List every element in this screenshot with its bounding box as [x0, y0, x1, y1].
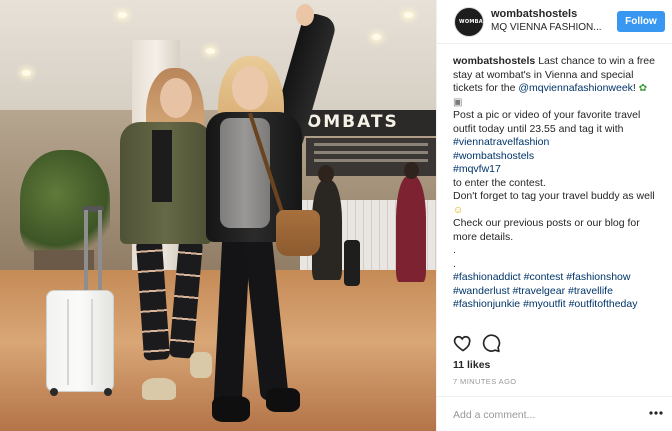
- hashtag-link[interactable]: #wanderlust: [453, 285, 510, 297]
- post-header: WOMBATS wombatshostels MQ VIENNA FASHION…: [437, 0, 672, 44]
- woman-right-shirt: [220, 118, 270, 228]
- suitcase-wheel: [104, 388, 112, 396]
- hashtag-link[interactable]: #travellife: [568, 285, 613, 297]
- caption-line: #wombatshostels: [453, 150, 665, 164]
- caption-line: tickets for the @mqviennafashionweek! ✿: [453, 82, 665, 96]
- suitcase-wheel: [50, 388, 58, 396]
- woman-left-shoe: [142, 378, 176, 400]
- caption-line: more details.: [453, 230, 514, 243]
- comment-section: [437, 396, 672, 431]
- caption-line: .: [453, 257, 456, 270]
- suitcase-handle-bar: [98, 210, 102, 294]
- background-person-head: [318, 165, 334, 183]
- comment-input[interactable]: [453, 406, 633, 424]
- caption-line: .: [453, 244, 456, 256]
- hashtag-link[interactable]: #mqvfw17: [453, 163, 501, 175]
- suitcase-handle-bar: [84, 210, 88, 294]
- handbag: [276, 210, 320, 256]
- post-timestamp: 7 MINUTES AGO: [453, 377, 517, 386]
- woman-left-shoe: [190, 352, 212, 378]
- mention-link[interactable]: @mqviennafashionweek: [518, 82, 633, 94]
- woman-left-shirt: [152, 130, 172, 202]
- caption-line: Post a pic or video of your favorite tra…: [453, 109, 641, 121]
- woman-right-hand: [296, 4, 314, 26]
- username-link[interactable]: wombatshostels: [491, 8, 577, 20]
- caption-line: #viennatravelfashion: [453, 136, 665, 150]
- background-suitcase: [344, 240, 360, 286]
- caption-line: wombatshostels Last chance to win a free: [453, 55, 665, 69]
- ceiling-light: [22, 70, 31, 76]
- woman-right-boot: [212, 396, 250, 422]
- woman-right-boot: [266, 388, 300, 412]
- caption-text: !: [632, 82, 636, 94]
- hashtag-link[interactable]: #wombatshostels: [453, 150, 534, 162]
- ceiling-light: [404, 12, 413, 18]
- avatar[interactable]: WOMBATS: [454, 7, 484, 37]
- caption-line: #mqvfw17: [453, 163, 665, 177]
- like-count[interactable]: 11 likes: [453, 359, 490, 371]
- hashtag-row: #fashionjunkie #myoutfit #outfitoftheday: [453, 298, 665, 312]
- ceiling-light: [206, 48, 215, 54]
- follow-button[interactable]: Follow: [617, 11, 665, 32]
- hashtag-link[interactable]: #fashionshow: [566, 271, 630, 283]
- caption-line: outfit today until 23.55 and tag it with: [453, 122, 624, 135]
- background-person: [396, 176, 426, 282]
- white-suitcase: [46, 290, 114, 392]
- location-link[interactable]: MQ VIENNA FASHION...: [491, 22, 602, 33]
- caption-text: Last chance to win a free: [535, 55, 655, 67]
- winking-face-icon: ☺: [453, 204, 464, 216]
- post-photo[interactable]: WOMBATS: [0, 0, 436, 431]
- caption-line: Check our previous posts or our blog for: [453, 217, 640, 229]
- ceiling-light: [118, 12, 127, 18]
- caption-username-link[interactable]: wombatshostels: [453, 55, 535, 67]
- caption-text: tickets for the: [453, 82, 519, 94]
- caption-line: ▣: [453, 96, 665, 110]
- camera-icon: ▣: [453, 96, 463, 108]
- background-person-head: [404, 162, 419, 179]
- ceiling-light: [372, 34, 381, 40]
- caption-line: to enter the contest.: [453, 176, 546, 189]
- post-sidebar: WOMBATS wombatshostels MQ VIENNA FASHION…: [436, 0, 672, 431]
- hashtag-link[interactable]: #myoutfit: [523, 298, 566, 310]
- hashtag-link[interactable]: #travelgear: [513, 285, 566, 297]
- heart-icon[interactable]: [453, 333, 473, 353]
- woman-left-face: [160, 78, 192, 118]
- more-options-icon[interactable]: [649, 411, 663, 415]
- hashtag-link[interactable]: #fashionaddict: [453, 271, 521, 283]
- caption-line: stay at wombat's in Vienna and special: [453, 68, 634, 81]
- woman-right-face: [232, 66, 268, 110]
- hashtag-link[interactable]: #contest: [524, 271, 564, 283]
- hashtag-link[interactable]: #fashionjunkie: [453, 298, 520, 310]
- photo-plant: [20, 150, 110, 260]
- avatar-logo-text: WOMBATS: [459, 19, 483, 25]
- four-leaf-clover-icon: ✿: [638, 83, 648, 94]
- caption-line: Don't forget to tag your travel buddy as…: [453, 190, 655, 202]
- caption-line: ☺: [453, 204, 665, 218]
- hashtag-row: #fashionaddict #contest #fashionshow: [453, 271, 665, 285]
- comment-icon[interactable]: [481, 333, 501, 353]
- post-caption: wombatshostels Last chance to win a free…: [453, 55, 665, 312]
- hashtag-link[interactable]: #outfitoftheday: [569, 298, 638, 310]
- hashtag-row: #wanderlust #travelgear #travellife: [453, 285, 665, 299]
- hashtag-link[interactable]: #viennatravelfashion: [453, 136, 549, 148]
